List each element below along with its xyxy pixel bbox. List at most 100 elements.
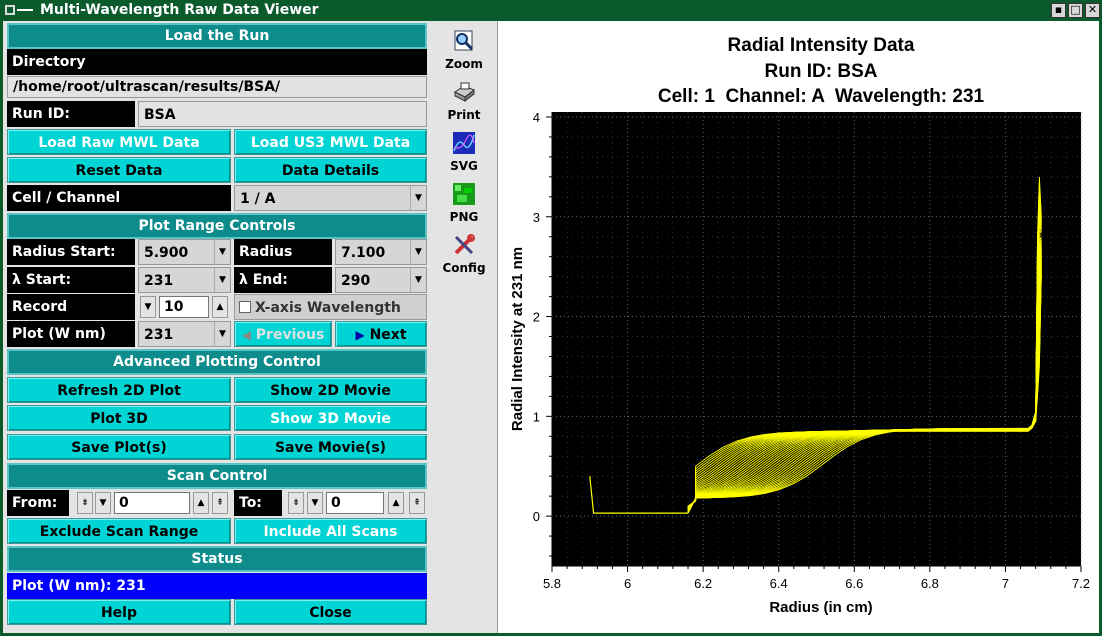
chevron-down-icon[interactable]: ▼	[214, 322, 230, 346]
config-icon	[454, 234, 475, 255]
fast-increment-icon[interactable]: ⇞	[212, 492, 228, 514]
chevron-down-icon[interactable]: ▼	[410, 268, 426, 292]
client-area: Load the Run Directory /home/root/ultras…	[3, 21, 1099, 633]
increment-icon[interactable]: ▲	[388, 492, 404, 514]
fast-decrement-icon[interactable]: ⇟	[288, 492, 304, 514]
decrement-icon[interactable]: ▼	[95, 492, 111, 514]
zoom-label: Zoom	[445, 57, 483, 71]
x-tick-label: 6.6	[845, 576, 863, 591]
chevron-down-icon[interactable]: ▼	[410, 186, 426, 210]
svg-label: SVG	[450, 159, 478, 173]
x-tick-label: 6.8	[921, 576, 939, 591]
advanced-plotting-header: Advanced Plotting Control	[7, 349, 427, 375]
print-label: Print	[447, 108, 481, 122]
refresh-2d-plot-button[interactable]: Refresh 2D Plot	[7, 377, 231, 403]
cell-channel-value: 1 / A	[240, 191, 276, 207]
plot-wnm-value: 231	[144, 327, 174, 343]
chevron-down-icon[interactable]: ▼	[410, 240, 426, 264]
to-input[interactable]: 0	[326, 492, 384, 514]
previous-label: Previous	[255, 327, 325, 343]
maximize-button[interactable]: □	[1068, 3, 1083, 18]
lambda-start-value: 231	[144, 273, 174, 289]
x-tick-label: 5.8	[543, 576, 561, 591]
y-tick-label: 1	[533, 409, 540, 424]
x-axis: 5.8 6 6.2 6.4 6.6 6.8 7 7.2	[543, 565, 1090, 591]
from-input[interactable]: 0	[114, 492, 190, 514]
fast-increment-icon[interactable]: ⇞	[409, 492, 425, 514]
x-tick-label: 7.2	[1072, 576, 1090, 591]
xaxis-wavelength-checkbox-row[interactable]: X-axis Wavelength	[234, 294, 427, 320]
plot-canvas[interactable]	[552, 112, 1081, 566]
include-all-scans-button[interactable]: Include All Scans	[234, 518, 427, 544]
increment-icon[interactable]: ▲	[193, 492, 209, 514]
increment-icon[interactable]: ▲	[212, 296, 228, 318]
load-raw-mwl-button[interactable]: Load Raw MWL Data	[7, 129, 231, 155]
reset-data-button[interactable]: Reset Data	[7, 157, 231, 183]
runid-field[interactable]: BSA	[138, 101, 427, 127]
save-movies-button[interactable]: Save Movie(s)	[234, 434, 427, 460]
cell-channel-select[interactable]: 1 / A ▼	[234, 185, 427, 211]
radius-start-select[interactable]: 5.900 ▼	[138, 239, 231, 265]
svg-tool-button[interactable]: SVG	[431, 131, 497, 181]
load-run-header: Load the Run	[7, 23, 427, 49]
cell-channel-label: Cell / Channel	[7, 185, 231, 211]
title-bar: Multi-Wavelength Raw Data Viewer ▪ □ ✕	[0, 0, 1102, 21]
application-window: Multi-Wavelength Raw Data Viewer ▪ □ ✕ L…	[0, 0, 1102, 636]
plot-3d-button[interactable]: Plot 3D	[7, 405, 231, 431]
lambda-end-select[interactable]: 290 ▼	[335, 267, 427, 293]
x-tick-label: 6.4	[770, 576, 788, 591]
close-window-button[interactable]: ✕	[1085, 3, 1100, 18]
help-button[interactable]: Help	[7, 599, 231, 625]
config-label: Config	[442, 261, 486, 275]
radius-end-value: 7.100	[341, 245, 386, 261]
chevron-down-icon[interactable]: ▼	[214, 268, 230, 292]
record-average-label: Record Average:	[7, 294, 135, 341]
config-tool-button[interactable]: Config	[431, 233, 497, 283]
plot-wnm-select[interactable]: 231 ▼	[138, 321, 231, 347]
save-plots-button[interactable]: Save Plot(s)	[7, 434, 231, 460]
plot-area: Radial Intensity Data Run ID: BSA Cell: …	[497, 21, 1099, 633]
radius-end-select[interactable]: 7.100 ▼	[335, 239, 427, 265]
next-button[interactable]: ▶ Next	[335, 321, 427, 347]
control-panel: Load the Run Directory /home/root/ultras…	[3, 21, 431, 633]
decrement-icon[interactable]: ▼	[140, 296, 156, 318]
print-tool-button[interactable]: Print	[431, 80, 497, 130]
lambda-start-label: λ Start:	[7, 267, 135, 293]
y-tick-label: 4	[533, 110, 540, 125]
png-tool-button[interactable]: PNG	[431, 182, 497, 232]
lambda-start-select[interactable]: 231 ▼	[138, 267, 231, 293]
to-label: To:	[234, 490, 282, 516]
directory-label: Directory	[7, 49, 427, 75]
zoom-tool-button[interactable]: Zoom	[431, 29, 497, 79]
chevron-down-icon[interactable]: ▼	[214, 240, 230, 264]
radius-start-value: 5.900	[144, 245, 189, 261]
radial-intensity-chart[interactable]: Radial Intensity Data Run ID: BSA Cell: …	[498, 21, 1100, 633]
png-label: PNG	[449, 210, 479, 224]
chart-title: Radial Intensity Data	[728, 35, 915, 56]
radius-start-label: Radius Start:	[7, 239, 135, 265]
record-average-input[interactable]: 10	[159, 296, 209, 318]
radius-end-label: Radius End:	[234, 239, 332, 286]
plot-range-header: Plot Range Controls	[7, 213, 427, 239]
fast-decrement-icon[interactable]: ⇟	[77, 492, 93, 514]
close-button[interactable]: Close	[234, 599, 427, 625]
show-3d-movie-button[interactable]: Show 3D Movie	[234, 405, 427, 431]
chart-subtitle-run: Run ID: BSA	[765, 61, 878, 82]
exclude-scan-range-button[interactable]: Exclude Scan Range	[7, 518, 231, 544]
zoom-icon	[454, 30, 474, 51]
previous-button[interactable]: ◀ Previous	[234, 321, 332, 347]
load-us3-mwl-button[interactable]: Load US3 MWL Data	[234, 129, 427, 155]
decrement-icon[interactable]: ▼	[307, 492, 323, 514]
y-tick-label: 0	[533, 509, 540, 524]
chart-subtitle-cell: Cell: 1 Channel: A Wavelength: 231	[658, 86, 985, 107]
runid-label: Run ID:	[7, 101, 135, 127]
from-label: From:	[7, 490, 69, 516]
show-2d-movie-button[interactable]: Show 2D Movie	[234, 377, 427, 403]
directory-field[interactable]: /home/root/ultrascan/results/BSA/	[7, 76, 427, 98]
xaxis-wavelength-checkbox[interactable]	[239, 301, 251, 313]
next-label: Next	[369, 327, 407, 343]
png-export-icon	[453, 183, 475, 205]
minimize-button[interactable]: ▪	[1051, 3, 1066, 18]
y-axis-label: Radial Intensity at 231 nm	[509, 247, 526, 431]
data-details-button[interactable]: Data Details	[234, 157, 427, 183]
